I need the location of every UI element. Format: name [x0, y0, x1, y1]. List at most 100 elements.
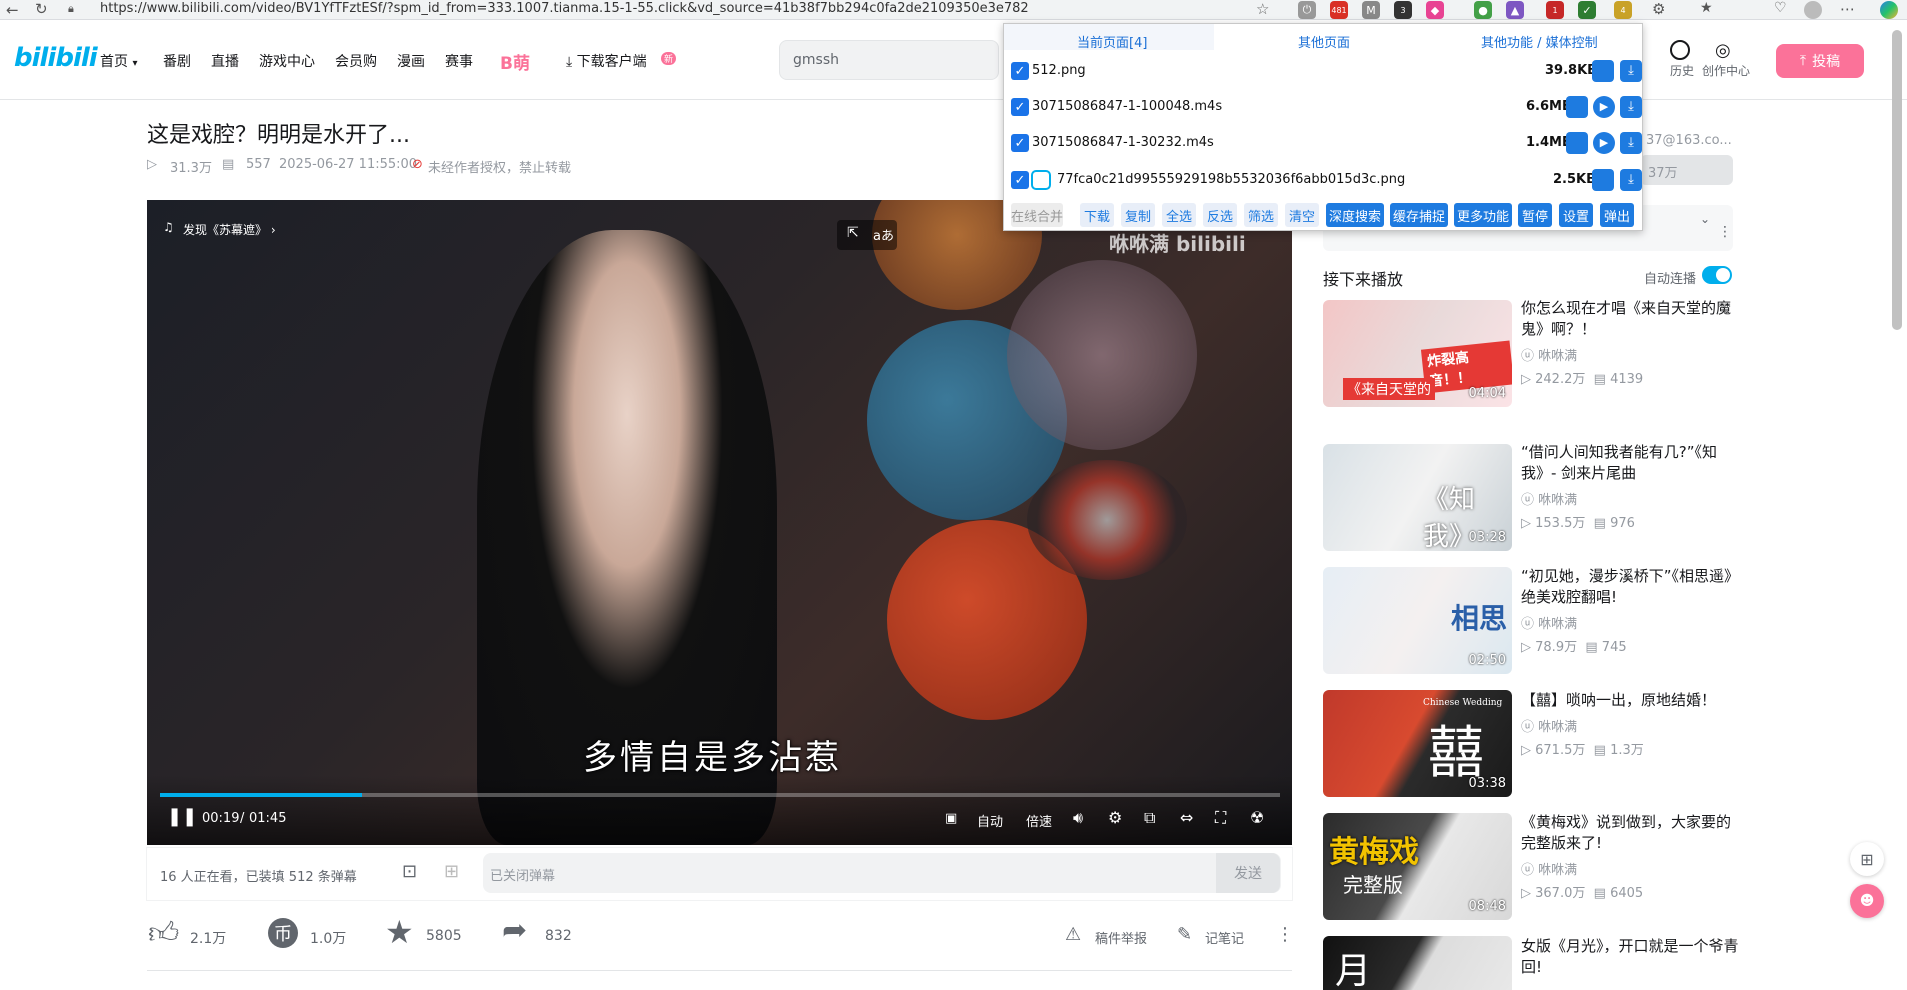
power-ext-icon[interactable]: ⏻ [1298, 1, 1316, 19]
report-button[interactable]: 稿件举报 [1095, 928, 1147, 947]
page-scrollbar[interactable] [1892, 30, 1902, 330]
nav-bmeng[interactable]: B萌 [500, 49, 530, 74]
copy-icon[interactable] [1592, 169, 1614, 191]
card-up-4[interactable]: ⓤ 咻咻满 [1521, 716, 1577, 735]
tab-other-functions[interactable]: 其他功能 / 媒体控制 [1481, 32, 1598, 51]
tab-other-pages[interactable]: 其他页面 [1298, 32, 1350, 51]
clear-button[interactable]: 清空 [1285, 203, 1319, 227]
download-icon[interactable]: ⤓ [1620, 169, 1642, 191]
play-icon[interactable]: ▶ [1593, 96, 1615, 118]
profile-avatar[interactable] [1804, 1, 1822, 19]
extensions-icon[interactable]: ⚙ [1652, 0, 1665, 18]
volume-icon[interactable]: 🔊︎ [1073, 808, 1083, 828]
select-all-button[interactable]: 全选 [1162, 203, 1196, 227]
collection-chevron-icon[interactable]: ⌄ [1700, 212, 1710, 226]
danmaku-settings-icon[interactable]: ⊞ [444, 861, 459, 882]
lock-icon[interactable]: 🔒︎ [68, 2, 74, 16]
filter-button[interactable]: 筛选 [1244, 203, 1278, 227]
speed-button[interactable]: 倍速 [1026, 811, 1052, 830]
address-bar[interactable]: https://www.bilibili.com/video/BV1YfTFzt… [100, 1, 1029, 16]
music-tag[interactable]: 发现《苏幕遮》 › [183, 221, 276, 238]
mail-ext-icon[interactable]: 481 [1330, 1, 1348, 19]
upload-button[interactable]: ⤒ 投稿 [1776, 44, 1864, 78]
notes-icon[interactable]: ✎ [1177, 924, 1192, 945]
card-thumb-4[interactable]: Chinese Wedding 囍 03:38 [1323, 690, 1512, 797]
item-checkbox-4[interactable]: ✓ [1011, 171, 1029, 189]
coin-icon[interactable]: 币 [268, 918, 298, 948]
ext-icon-check[interactable]: ✓ [1578, 1, 1596, 19]
card-thumb-1[interactable]: 炸裂高音！！ 《来自天堂的 04:04 [1323, 300, 1512, 407]
fullscreen-icon[interactable]: ☢ [1250, 808, 1264, 827]
widescreen-icon[interactable]: ⇔ [1180, 808, 1193, 827]
nav-download-client[interactable]: ⤓ 下载客户端 [566, 51, 647, 71]
history-icon[interactable] [1670, 40, 1690, 60]
card-up-5[interactable]: ⓤ 咻咻满 [1521, 859, 1577, 878]
merge-online-button[interactable]: 在线合并 [1011, 203, 1063, 227]
copy-icon[interactable] [1566, 132, 1588, 154]
health-icon[interactable]: ♡ [1774, 0, 1787, 16]
grid-apps-icon[interactable]: ⊞ [1850, 842, 1884, 876]
like-icon[interactable]: 👍︎ [148, 916, 179, 952]
pip-mode-icon[interactable]: ⧉ [1144, 808, 1155, 828]
nav-anime[interactable]: 番剧 [163, 51, 191, 71]
favorite-star-icon[interactable]: ★ [385, 913, 414, 951]
subtitle-toggle-icon[interactable]: ▣ [945, 811, 957, 826]
card-title-4[interactable]: 【囍】唢呐一出，原地结婚！ [1521, 690, 1741, 711]
quality-button[interactable]: 自动 [977, 811, 1003, 830]
nav-live[interactable]: 直播 [211, 51, 239, 71]
download-button[interactable]: 下载 [1080, 203, 1114, 227]
download-icon[interactable]: ⤓ [1620, 132, 1642, 154]
more-vertical-icon[interactable]: ⋮ [1276, 924, 1294, 945]
copy-icon[interactable] [1592, 60, 1614, 82]
card-title-6[interactable]: 女版《月光》，开口就是一个爷青回! [1521, 936, 1741, 978]
media-sniffer-ext-icon[interactable]: 4 [1614, 1, 1632, 19]
ext-icon-3[interactable]: 3 [1394, 1, 1412, 19]
card-thumb-3[interactable]: 相思 02:50 [1323, 567, 1512, 674]
notes-button[interactable]: 记笔记 [1205, 928, 1244, 947]
card-up-3[interactable]: ⓤ 咻咻满 [1521, 613, 1577, 632]
settings-icon[interactable]: ⚙ [1108, 808, 1122, 827]
item-checkbox-2[interactable]: ✓ [1011, 98, 1029, 116]
nav-match[interactable]: 赛事 [445, 51, 473, 71]
reload-icon[interactable]: ↻ [35, 0, 48, 18]
card-up-2[interactable]: ⓤ 咻咻满 [1521, 489, 1577, 508]
bookmark-star-icon[interactable]: ☆ [1256, 0, 1269, 18]
nav-shop[interactable]: 会员购 [335, 51, 377, 71]
item-checkbox-3[interactable]: ✓ [1011, 134, 1029, 152]
more-functions-button[interactable]: 更多功能 [1454, 203, 1512, 227]
bilibili-logo[interactable]: bilibili [14, 43, 98, 73]
card-title-3[interactable]: “初见她，漫步溪桥下”《相思遥》绝美戏腔翻唱! [1521, 566, 1741, 608]
card-thumb-2[interactable]: 《知我》 03:28 [1323, 444, 1512, 551]
search-input[interactable]: gmssh [793, 52, 839, 68]
send-button[interactable]: 发送 [1216, 853, 1280, 893]
card-thumb-6[interactable]: 月 [1323, 936, 1512, 990]
card-thumb-5[interactable]: 黄梅戏 完整版 08:48 [1323, 813, 1512, 920]
tab-current-page[interactable]: 当前页面[4] [1077, 32, 1147, 51]
popout-button[interactable]: 弹出 [1600, 203, 1634, 227]
play-icon[interactable]: ▶ [1593, 132, 1615, 154]
pip-icon[interactable]: ⇱ [847, 225, 859, 241]
pause-capture-button[interactable]: 暂停 [1518, 203, 1552, 227]
item-checkbox-1[interactable]: ✓ [1011, 62, 1029, 80]
card-up-1[interactable]: ⓤ 咻咻满 [1521, 345, 1577, 364]
ext-icon-red[interactable]: 1 [1546, 1, 1564, 19]
share-icon[interactable]: ➦ [502, 913, 527, 948]
nav-manga[interactable]: 漫画 [397, 51, 425, 71]
card-title-1[interactable]: 你怎么现在才唱《来自天堂的魔鬼》啊？！ [1521, 298, 1741, 340]
favorites-icon[interactable]: ★ [1700, 0, 1713, 16]
nav-home[interactable]: 首页 ▾ [100, 51, 137, 71]
menu-dots-icon[interactable]: ⋯ [1840, 0, 1855, 18]
copilot-icon[interactable] [1880, 1, 1898, 19]
ext-icon-drop[interactable]: ▲ [1506, 1, 1524, 19]
invert-selection-button[interactable]: 反选 [1203, 203, 1237, 227]
collection-menu-icon[interactable]: ⋮ [1718, 224, 1732, 240]
copy-button[interactable]: 复制 [1121, 203, 1155, 227]
settings-button[interactable]: 设置 [1559, 203, 1593, 227]
copy-icon[interactable] [1566, 96, 1588, 118]
ext-icon-globe[interactable]: ● [1474, 1, 1492, 19]
nav-game[interactable]: 游戏中心 [259, 51, 315, 71]
card-title-2[interactable]: “借问人间知我者能有几?”《知我》- 剑来片尾曲 [1521, 442, 1741, 484]
pause-button[interactable]: ❚❚ [167, 806, 197, 827]
cache-capture-button[interactable]: 缓存捕捉 [1390, 203, 1448, 227]
creator-label[interactable]: 创作中心 [1702, 62, 1750, 79]
